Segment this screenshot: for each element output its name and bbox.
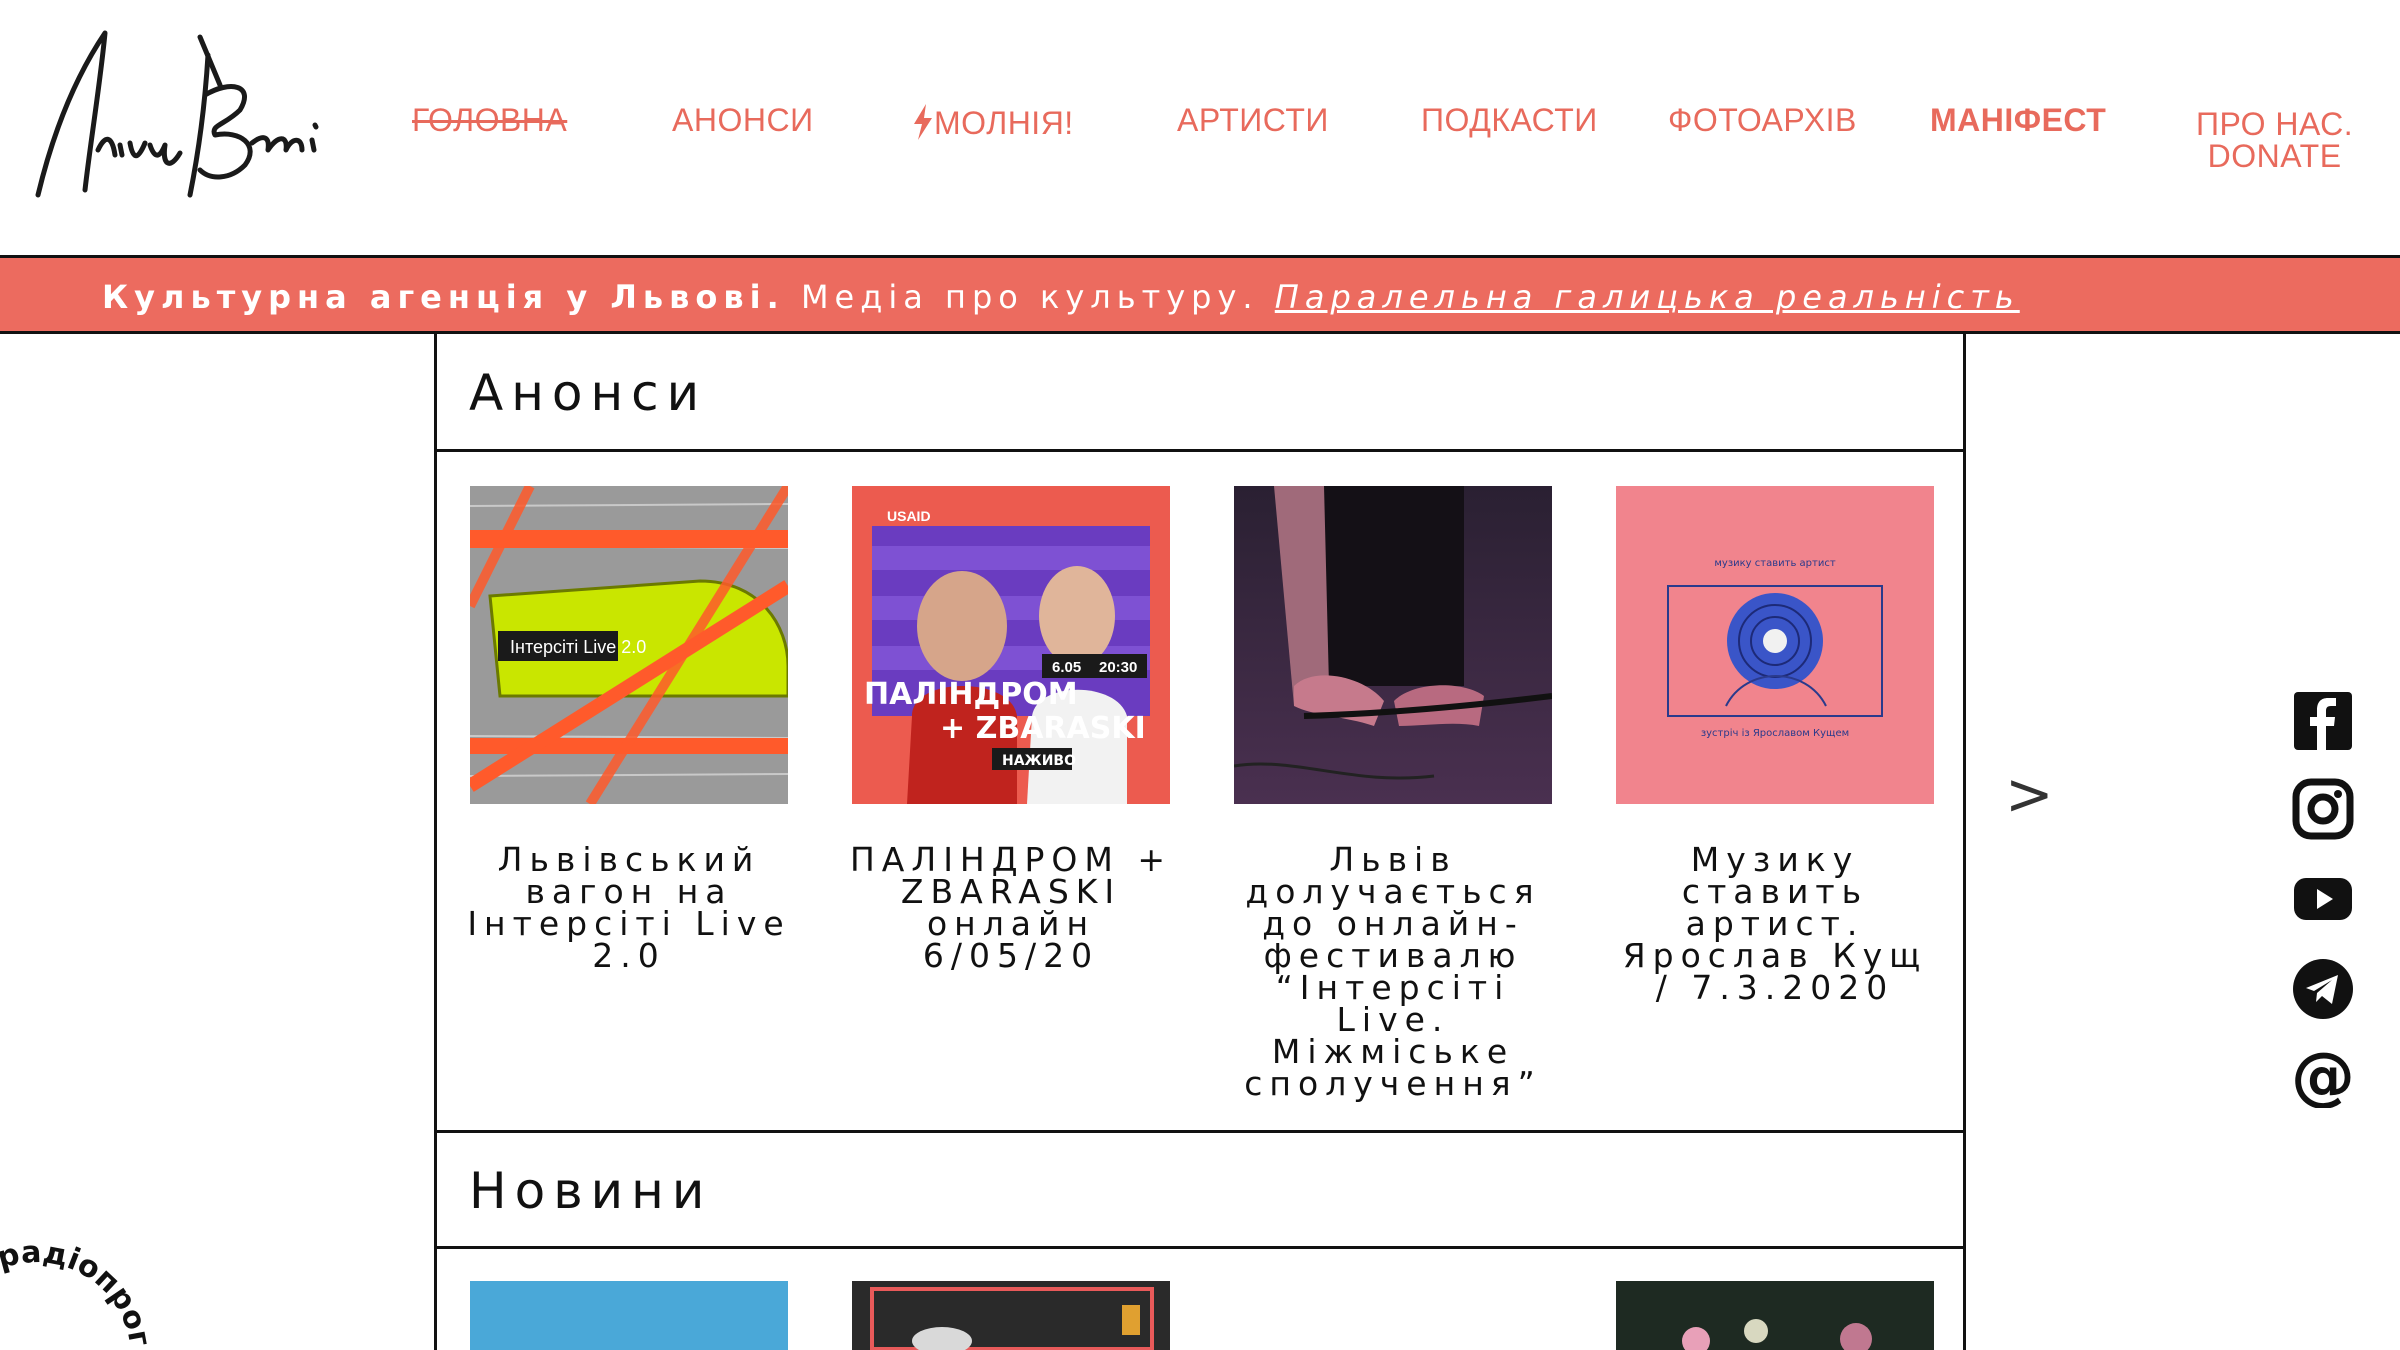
- section-divider: [437, 1246, 1963, 1249]
- card-image-music-artist[interactable]: музику ставить артист зустріч із Ярослав…: [1616, 486, 1934, 804]
- news-image-2[interactable]: [852, 1281, 1170, 1350]
- card-image-palindrom[interactable]: USAID 6.05 20:30 ПАЛІНДРОМ + ZBARASKI НА…: [852, 486, 1170, 804]
- poster-caption: зустріч із Ярославом Кущем: [1701, 727, 1849, 739]
- card-title-palindrom[interactable]: ПАЛІНДРОМ + ZBARASKI онлайн 6/05/20: [846, 843, 1176, 972]
- instagram-icon[interactable]: [2292, 778, 2354, 840]
- tagline-link-reality[interactable]: Паралельна галицька реальність: [1275, 278, 2020, 316]
- content-column: Анонси Інтерсіті Live 2.0 Львівський ваг…: [434, 334, 1966, 1350]
- poster-subtitle: музику ставить артист: [1714, 558, 1835, 569]
- nav-home[interactable]: ГОЛОВНА: [412, 104, 567, 136]
- nav-podcasts[interactable]: ПОДКАСТИ: [1421, 104, 1598, 136]
- youtube-icon[interactable]: [2292, 868, 2354, 930]
- svg-text:@: @: [2292, 1046, 2354, 1108]
- svg-text:, радіопрог: , радіопрог: [0, 1235, 157, 1349]
- nav-artists[interactable]: АРТИСТИ: [1177, 104, 1329, 136]
- nav-lightning[interactable]: МОЛНІЯ!: [912, 104, 1074, 140]
- news-image-1[interactable]: [470, 1281, 788, 1350]
- email-icon[interactable]: @: [2292, 1046, 2354, 1108]
- site-logo[interactable]: [30, 25, 340, 210]
- section-divider: [437, 1130, 1963, 1133]
- section-title-announcements: Анонси: [469, 364, 708, 422]
- poster-date: 6.05: [1052, 659, 1081, 676]
- card-title-lviv-festival[interactable]: Львів долучається до онлайн-фестивалю “І…: [1228, 843, 1558, 1100]
- section-title-news: Новини: [469, 1162, 713, 1220]
- site-header: ГОЛОВНА АНОНСИ МОЛНІЯ! АРТИСТИ ПОДКАСТИ …: [0, 0, 2400, 256]
- lightning-icon: [914, 104, 932, 140]
- nav-announcements[interactable]: АНОНСИ: [672, 104, 814, 136]
- telegram-icon[interactable]: [2292, 958, 2354, 1020]
- news-image-3[interactable]: [1616, 1281, 1934, 1350]
- facebook-icon[interactable]: [2292, 690, 2354, 752]
- nav-photo-archive[interactable]: ФОТОАРХІВ: [1668, 104, 1857, 136]
- nav-manifesto[interactable]: МАНІФЕСТ: [1930, 104, 2106, 136]
- tagline-banner: Культурна агенція у Львові. Медіа про ку…: [0, 258, 2400, 334]
- nav-about-label: ПРО НАС.: [2196, 106, 2354, 142]
- nav-donate-label: DONATE: [2207, 138, 2342, 174]
- section-divider: [437, 449, 1963, 452]
- card-image-text: Інтерсіті Live 2.0: [510, 637, 646, 657]
- usaid-logo: USAID: [887, 508, 931, 524]
- radio-badge-text: , радіопрог: [0, 1235, 157, 1349]
- card-image-intercity[interactable]: Інтерсіті Live 2.0: [470, 486, 788, 804]
- poster-headline-2: + ZBARASKI: [940, 711, 1146, 746]
- poster-time: 20:30: [1099, 659, 1137, 676]
- card-image-lviv-festival[interactable]: [1234, 486, 1552, 804]
- card-title-music-artist[interactable]: Музику ставить артист. Ярослав Кущ / 7.3…: [1610, 843, 1940, 1004]
- carousel-next-button[interactable]: >: [2005, 765, 2054, 823]
- nav-about-donate[interactable]: ПРО НАС. DONATE: [2196, 108, 2353, 172]
- poster-headline: ПАЛІНДРОМ: [864, 677, 1078, 712]
- card-title-intercity[interactable]: Львівський вагон на Інтерсіті Live 2.0: [464, 843, 794, 972]
- radio-badge[interactable]: , радіопрог: [0, 1180, 170, 1350]
- poster-live: НАЖИВО: [1002, 753, 1076, 769]
- tagline-part-agency: Культурна агенція у Львові.: [102, 278, 785, 316]
- nav-lightning-label: МОЛНІЯ!: [934, 105, 1074, 141]
- tagline-text: Культурна агенція у Львові. Медіа про ку…: [102, 278, 2020, 316]
- tagline-part-media: Медіа про культуру.: [784, 278, 1275, 316]
